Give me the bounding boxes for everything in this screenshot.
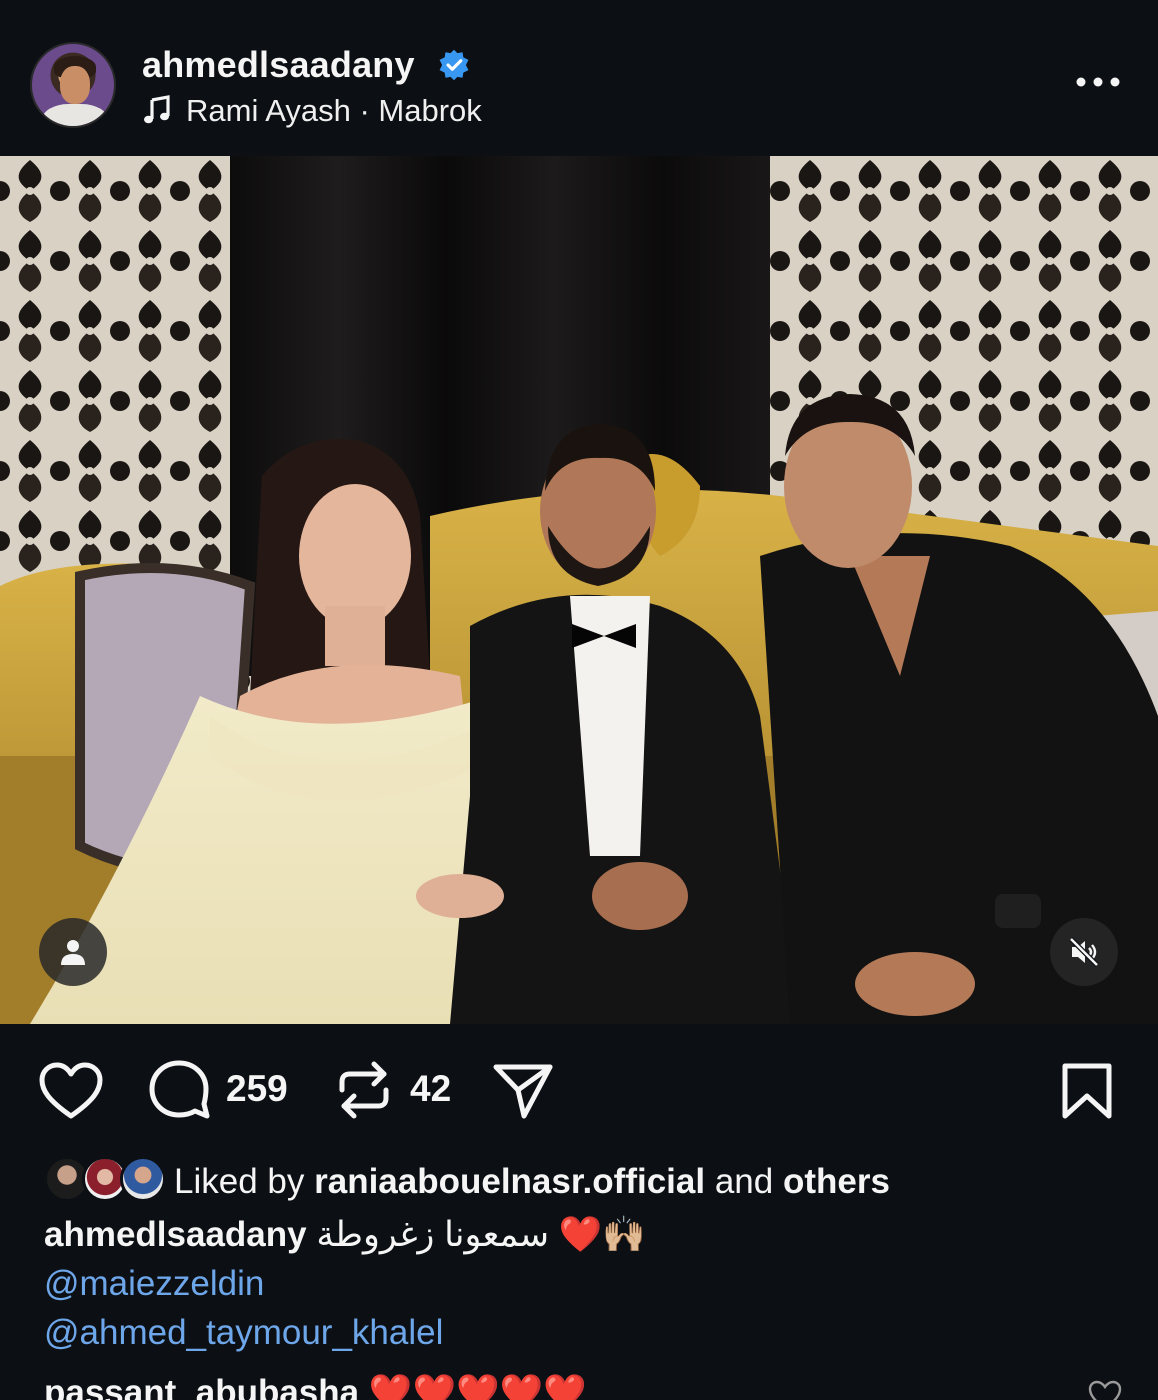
person-icon (61, 940, 85, 965)
likes-others-link[interactable]: others (783, 1162, 890, 1201)
caption-username[interactable]: ahmedlsaadany (44, 1215, 307, 1254)
tagged-people-button[interactable] (39, 918, 107, 986)
heart-icon[interactable] (38, 1062, 104, 1120)
music-track[interactable]: Rami Ayash · Mabrok (186, 93, 482, 129)
share-icon[interactable] (492, 1062, 554, 1120)
likes-text: Liked by raniaabouelnasr.official and ot… (174, 1162, 890, 1202)
mute-button[interactable] (1050, 918, 1118, 986)
repost-icon[interactable] (336, 1060, 392, 1120)
liker-avatar[interactable] (120, 1156, 166, 1202)
comment-icon[interactable] (148, 1060, 210, 1120)
profile-avatar[interactable] (30, 42, 116, 128)
post-caption: ahmedlsaadany سمعونا زغروطة ❤️🙌🏼 (44, 1214, 646, 1255)
comment-like-heart-icon[interactable] (1088, 1380, 1122, 1400)
more-options-icon[interactable] (1074, 70, 1122, 94)
post-header: ahmedlsaadany Rami Ayash · Mabrok (0, 0, 1158, 156)
music-note-icon (144, 95, 170, 124)
likes-prefix: Liked by (174, 1162, 305, 1201)
verified-badge-icon (439, 49, 469, 81)
likes-connector: and (714, 1162, 774, 1201)
comment-username[interactable]: passant_abubasha (44, 1373, 359, 1400)
caption-mention[interactable]: @maiezzeldin (44, 1264, 264, 1304)
post-actions-bar: 259 42 (0, 1024, 1158, 1154)
post-photo[interactable] (0, 156, 1158, 1024)
likes-summary[interactable]: Liked by raniaabouelnasr.official and ot… (44, 1152, 1144, 1208)
bookmark-icon[interactable] (1060, 1062, 1114, 1120)
speaker-muted-icon (1069, 937, 1099, 967)
comments-count[interactable]: 259 (226, 1068, 288, 1110)
post-username[interactable]: ahmedlsaadany (142, 44, 415, 86)
comment-text: ❤️❤️❤️❤️❤️ (368, 1373, 587, 1400)
wedding-photo-image (0, 156, 1158, 1024)
comment-preview: passant_abubasha ❤️❤️❤️❤️❤️ (44, 1372, 587, 1400)
caption-text: سمعونا زغروطة ❤️🙌🏼 (316, 1215, 646, 1254)
reposts-count[interactable]: 42 (410, 1068, 451, 1110)
liker-username[interactable]: raniaabouelnasr.official (314, 1162, 705, 1201)
caption-mention[interactable]: @ahmed_taymour_khalel (44, 1313, 443, 1353)
